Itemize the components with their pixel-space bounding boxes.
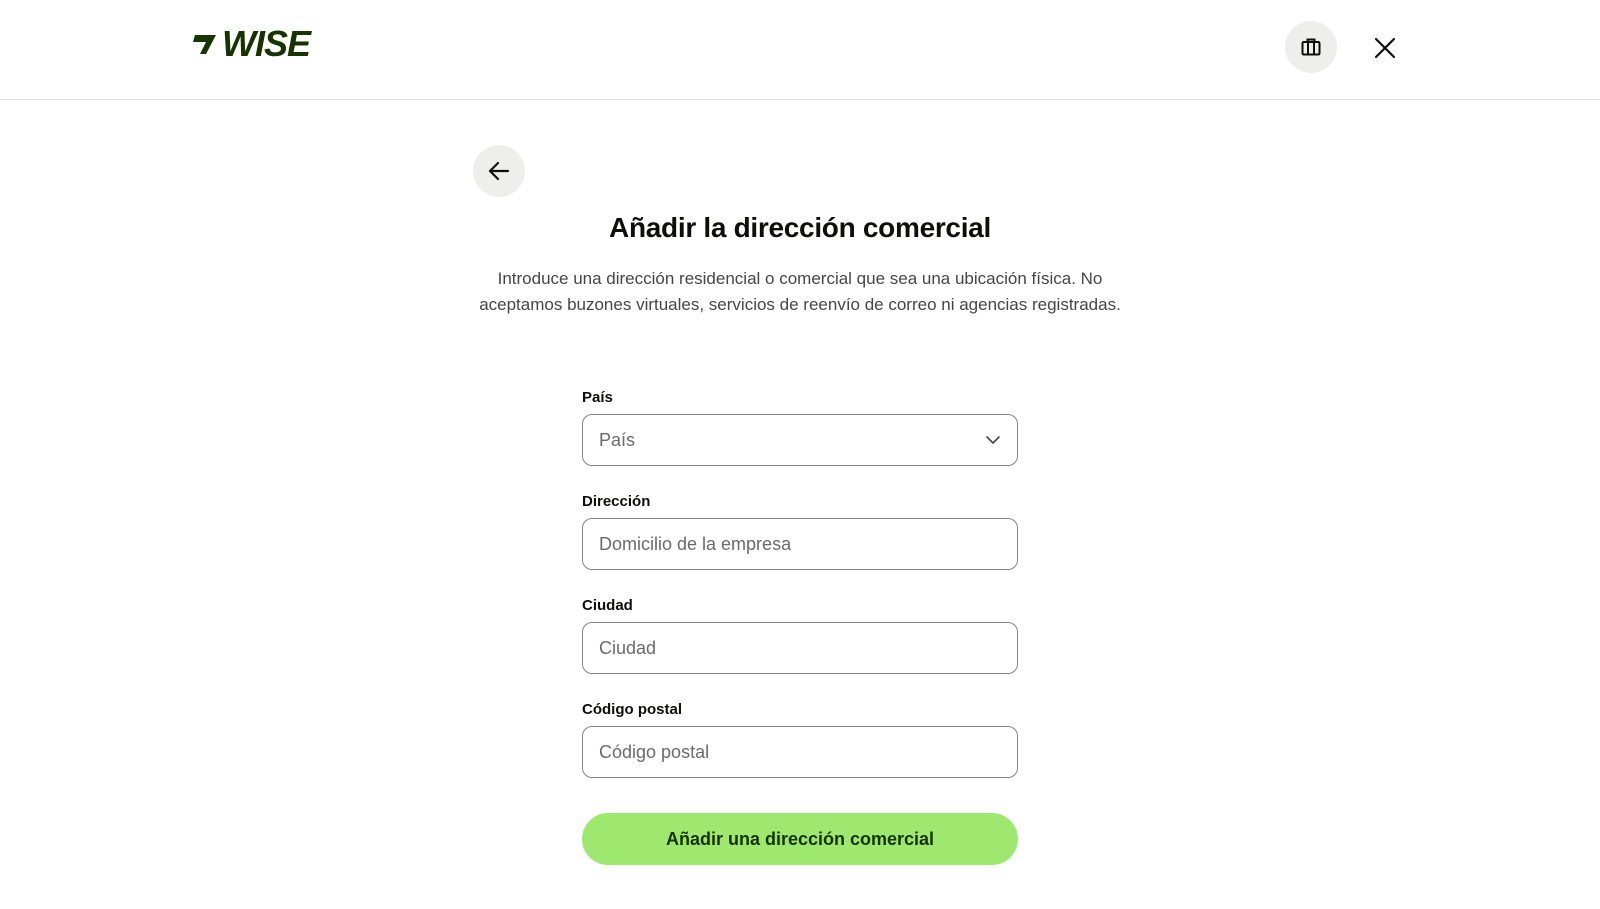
close-button[interactable] (1365, 28, 1405, 68)
top-bar: WISE (0, 0, 1600, 100)
postal-code-input-box (582, 726, 1018, 778)
arrow-left-icon (488, 161, 510, 181)
add-business-address-button[interactable]: Añadir una dirección comercial (582, 813, 1018, 865)
wise-logo[interactable]: WISE (192, 23, 311, 64)
postal-code-label: Código postal (582, 701, 682, 718)
city-input[interactable] (583, 623, 1017, 673)
address-input[interactable] (583, 519, 1017, 569)
logo-wordmark: WISE (222, 23, 311, 64)
page-subtitle: Introduce una dirección residencial o co… (479, 269, 1121, 314)
briefcase-icon (1301, 38, 1321, 56)
postal-code-field: Código postal (582, 700, 1018, 778)
city-field: Ciudad (582, 596, 1018, 674)
city-input-box (582, 622, 1018, 674)
close-icon (1374, 37, 1396, 59)
postal-code-input[interactable] (583, 727, 1017, 777)
business-address-form: País País Dirección Ciudad Código postal (582, 388, 1018, 804)
country-select-value: País (599, 429, 636, 450)
page-title: Añadir la dirección comercial (609, 212, 991, 243)
wise-flag-icon (193, 35, 216, 54)
business-account-button[interactable] (1285, 21, 1337, 73)
address-field: Dirección (582, 492, 1018, 570)
country-select[interactable]: País (582, 414, 1018, 466)
country-label: País (582, 389, 613, 406)
city-label: Ciudad (582, 597, 633, 614)
chevron-down-icon (986, 436, 1000, 444)
address-input-box (582, 518, 1018, 570)
country-field: País País (582, 388, 1018, 466)
back-button[interactable] (473, 145, 525, 197)
address-label: Dirección (582, 493, 651, 510)
